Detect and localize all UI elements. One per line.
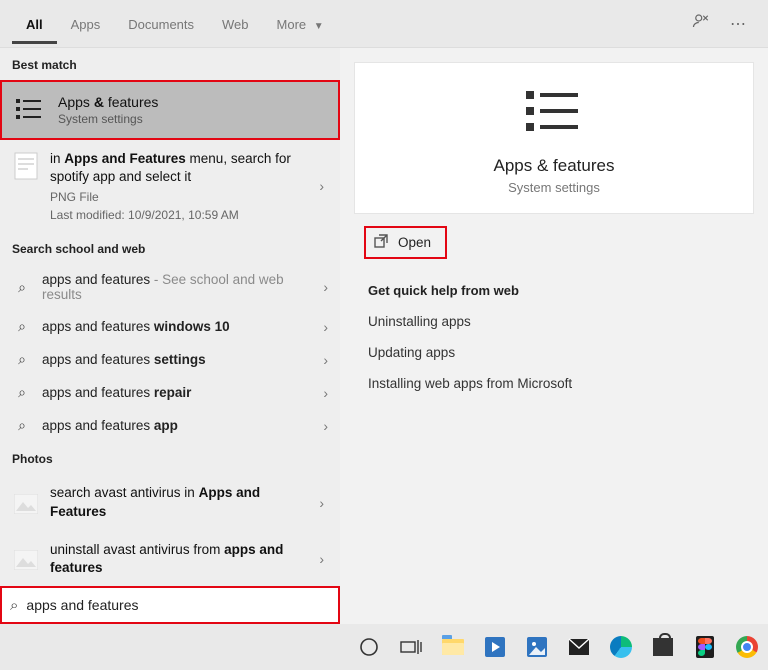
- image-file-icon: [12, 152, 40, 180]
- tab-all[interactable]: All: [12, 3, 57, 44]
- search-icon: ⌕: [10, 597, 18, 614]
- png-type: PNG File: [50, 190, 315, 204]
- edge-icon[interactable]: [602, 627, 640, 667]
- search-box[interactable]: ⌕: [0, 586, 340, 624]
- list-settings-icon: [14, 94, 46, 126]
- open-label: Open: [398, 235, 431, 250]
- tab-documents[interactable]: Documents: [114, 3, 208, 44]
- suggestion-1[interactable]: ⌕ apps and features windows 10 ›: [0, 310, 340, 343]
- quick-link-update[interactable]: Updating apps: [354, 337, 754, 368]
- feedback-icon[interactable]: [682, 2, 720, 45]
- microsoft-store-icon[interactable]: [644, 627, 682, 667]
- file-explorer-icon[interactable]: [434, 627, 472, 667]
- tab-web[interactable]: Web: [208, 3, 263, 44]
- suggestion-2[interactable]: ⌕ apps and features settings ›: [0, 343, 340, 376]
- chrome-icon[interactable]: [728, 627, 766, 667]
- best-match-subtitle: System settings: [58, 112, 158, 126]
- chevron-right-icon: ›: [323, 279, 328, 295]
- chevron-right-icon: ›: [323, 319, 328, 335]
- open-external-icon: [374, 234, 388, 251]
- suggestion-text: apps and features - See school and web r…: [42, 272, 323, 302]
- results-panel: Best match Apps & features System settin…: [0, 48, 340, 625]
- cortana-circle-icon[interactable]: [350, 627, 388, 667]
- tab-more-label: More: [277, 17, 307, 32]
- list-settings-icon: [526, 87, 582, 142]
- task-view-icon[interactable]: [392, 627, 430, 667]
- png-title: in Apps and Features menu, search for sp…: [50, 150, 315, 186]
- image-thumbnail-icon: [12, 490, 40, 518]
- section-photos: Photos: [0, 442, 340, 474]
- section-search-web: Search school and web: [0, 232, 340, 264]
- detail-card: Apps & features System settings: [354, 62, 754, 214]
- chevron-right-icon: ›: [323, 352, 328, 368]
- suggestion-4[interactable]: ⌕ apps and features app ›: [0, 409, 340, 442]
- chevron-right-icon: ›: [323, 418, 328, 434]
- png-modified: Last modified: 10/9/2021, 10:59 AM: [50, 208, 315, 222]
- detail-title: Apps & features: [494, 156, 615, 176]
- search-icon: ⌕: [12, 417, 32, 434]
- chevron-down-icon: ▼: [314, 21, 324, 32]
- detail-panel: Apps & features System settings Open Get…: [340, 48, 768, 625]
- quick-link-uninstall[interactable]: Uninstalling apps: [354, 306, 754, 337]
- search-icon: ⌕: [12, 279, 32, 296]
- search-icon: ⌕: [12, 384, 32, 401]
- chevron-right-icon: ›: [315, 178, 328, 194]
- more-options-icon[interactable]: ⋯: [720, 4, 756, 44]
- search-icon: ⌕: [12, 318, 32, 335]
- photo-result-1[interactable]: uninstall avast antivirus from apps and …: [0, 531, 340, 587]
- photo-result-0[interactable]: search avast antivirus in Apps and Featu…: [0, 474, 340, 530]
- best-match-apps-features[interactable]: Apps & features System settings: [0, 80, 340, 140]
- suggestion-text: apps and features settings: [42, 352, 323, 367]
- search-tabbar: All Apps Documents Web More ▼ ⋯: [0, 0, 768, 48]
- best-match-title: Apps & features: [58, 94, 158, 110]
- suggestion-3[interactable]: ⌕ apps and features repair ›: [0, 376, 340, 409]
- image-thumbnail-icon: [12, 546, 40, 574]
- quick-help-header: Get quick help from web: [354, 265, 754, 306]
- chevron-right-icon: ›: [315, 551, 328, 567]
- section-best-match: Best match: [0, 48, 340, 80]
- search-icon: ⌕: [12, 351, 32, 368]
- chevron-right-icon: ›: [315, 495, 328, 511]
- figma-icon[interactable]: [686, 627, 724, 667]
- suggestion-text: apps and features windows 10: [42, 319, 323, 334]
- taskbar: [0, 624, 768, 670]
- suggestion-text: apps and features app: [42, 418, 323, 433]
- photos-app-icon[interactable]: [518, 627, 556, 667]
- open-button[interactable]: Open: [364, 226, 447, 259]
- suggestion-0[interactable]: ⌕ apps and features - See school and web…: [0, 264, 340, 310]
- photo-title: search avast antivirus in Apps and Featu…: [50, 484, 315, 520]
- quick-link-webapps[interactable]: Installing web apps from Microsoft: [354, 368, 754, 399]
- suggestion-text: apps and features repair: [42, 385, 323, 400]
- tab-more[interactable]: More ▼: [263, 3, 338, 44]
- tab-apps[interactable]: Apps: [57, 3, 115, 44]
- photo-title: uninstall avast antivirus from apps and …: [50, 541, 315, 577]
- detail-subtitle: System settings: [508, 180, 600, 195]
- chevron-right-icon: ›: [323, 385, 328, 401]
- mail-icon[interactable]: [560, 627, 598, 667]
- result-png-file[interactable]: in Apps and Features menu, search for sp…: [0, 140, 340, 232]
- search-input[interactable]: [26, 597, 330, 613]
- movies-tv-icon[interactable]: [476, 627, 514, 667]
